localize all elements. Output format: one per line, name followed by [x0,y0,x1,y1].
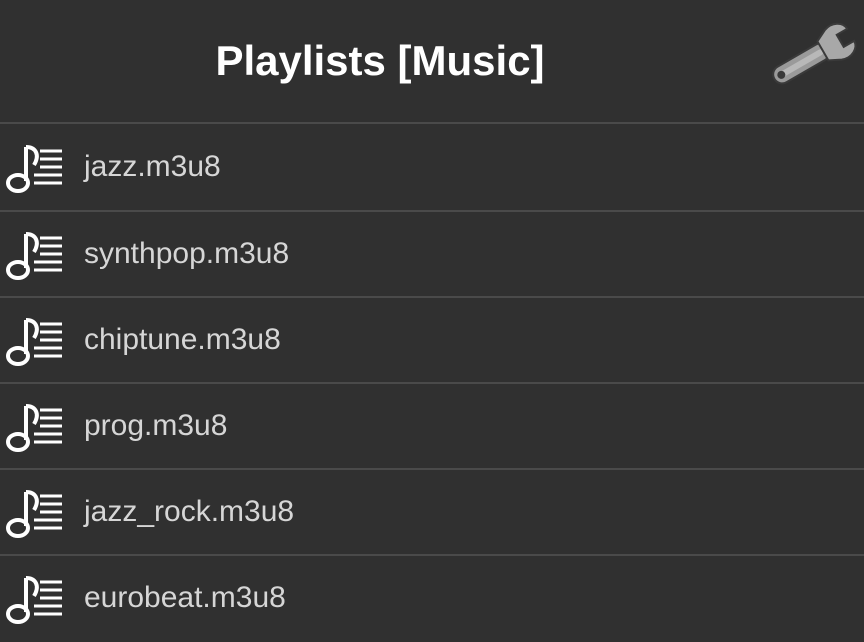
music-playlist-icon [2,568,70,628]
playlist-name: chiptune.m3u8 [84,323,281,356]
playlist-name: jazz_rock.m3u8 [84,495,295,528]
list-item[interactable]: eurobeat.m3u8 [0,554,864,640]
playlist-name: jazz.m3u8 [84,150,221,183]
playlist-name: prog.m3u8 [84,409,228,442]
list-item[interactable]: prog.m3u8 [0,382,864,468]
settings-button[interactable] [760,12,864,100]
wrench-icon [772,22,857,85]
page-title: Playlists [Music] [215,37,545,84]
music-playlist-icon [2,137,70,197]
header-bar: Playlists [Music] [0,0,864,122]
music-playlist-icon [2,310,70,370]
list-item[interactable]: chiptune.m3u8 [0,296,864,382]
list-item[interactable]: synthpop.m3u8 [0,210,864,296]
list-item[interactable]: jazz_rock.m3u8 [0,468,864,554]
music-playlist-icon [2,396,70,456]
playlist-name: synthpop.m3u8 [84,237,290,270]
playlist-name: eurobeat.m3u8 [84,581,286,614]
list-item[interactable]: jazz.m3u8 [0,122,864,210]
app-screen: Playlists [Music] jazz.m3u8 synthpop.m3u… [0,0,864,642]
music-playlist-icon [2,482,70,542]
playlist-list: jazz.m3u8 synthpop.m3u8 chiptune.m3u8 pr… [0,122,864,642]
music-playlist-icon [2,224,70,284]
